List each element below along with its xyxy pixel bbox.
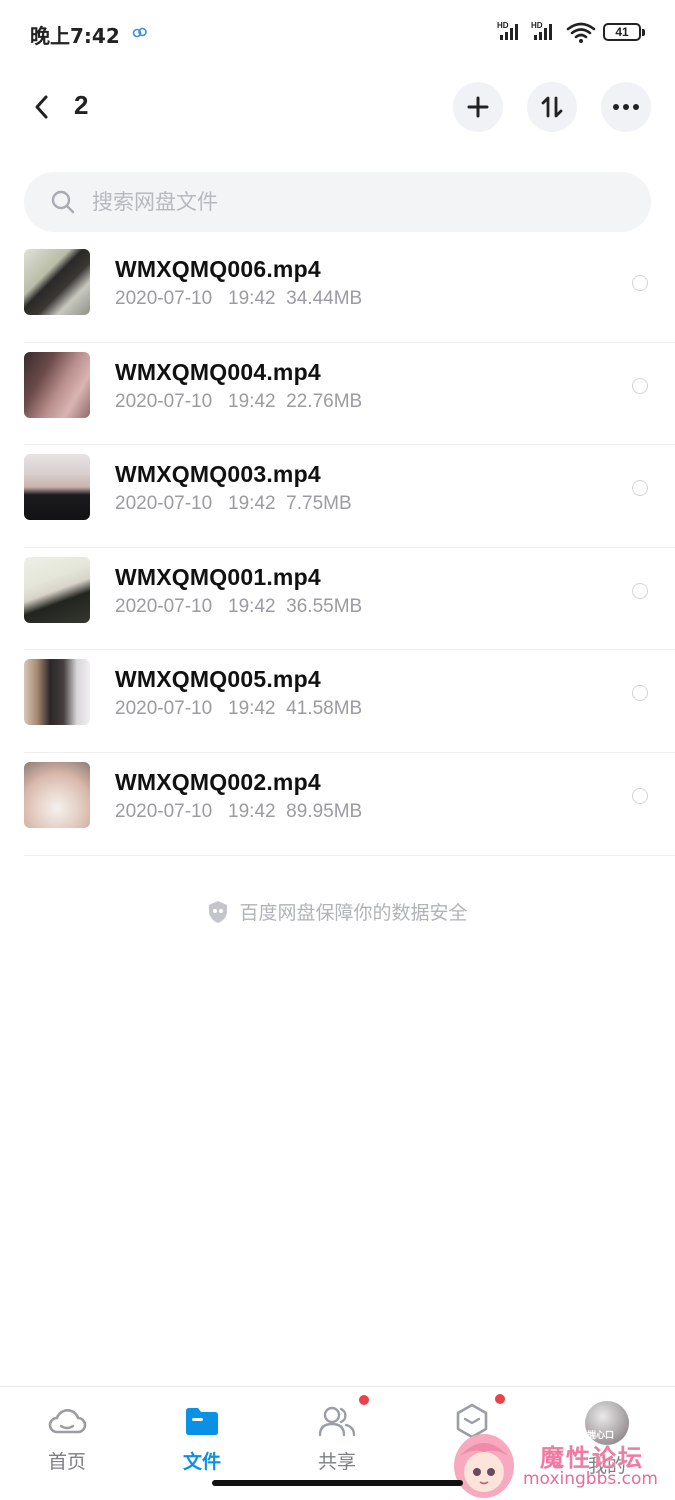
file-size: 41.58MB (286, 698, 363, 720)
file-meta: 2020-07-10 19:42 7.75MB (115, 493, 352, 515)
signal-hd-label: HD (531, 21, 543, 30)
file-time: 19:42 (228, 698, 276, 720)
file-time: 19:42 (228, 595, 276, 617)
file-meta: 2020-07-10 19:42 89.95MB (115, 801, 362, 823)
folder-icon (182, 1401, 222, 1441)
file-name: WMXQMQ002.mp4 (115, 768, 321, 795)
notification-dot (495, 1394, 505, 1404)
notification-dot (359, 1395, 369, 1405)
file-meta: 2020-07-10 19:42 36.55MB (115, 596, 362, 618)
file-row[interactable]: WMXQMQ001.mp4 2020-07-10 19:42 36.55MB (24, 548, 675, 651)
watermark-title: 魔性论坛 (540, 1444, 644, 1472)
watermark-url: moxingbbs.com (523, 1469, 658, 1489)
more-button[interactable] (601, 82, 651, 132)
file-time: 19:42 (228, 288, 276, 309)
file-meta: 2020-07-10 19:42 22.76MB (115, 391, 362, 413)
file-meta: 2020-07-10 19:42 34.44MB (115, 288, 362, 310)
file-name: WMXQMQ001.mp4 (115, 563, 321, 590)
watermark-mascot-icon (454, 1434, 514, 1498)
select-checkbox[interactable] (632, 377, 648, 394)
chevron-left-icon (35, 95, 48, 119)
select-checkbox[interactable] (632, 480, 648, 497)
file-size: 89.95MB (286, 800, 363, 822)
video-thumbnail (24, 659, 90, 726)
select-checkbox[interactable] (632, 582, 648, 599)
signal-hd-label: HD (497, 21, 509, 30)
safety-note-text: 百度网盘保障你的数据安全 (239, 902, 468, 924)
video-thumbnail (24, 249, 90, 315)
file-row[interactable]: WMXQMQ005.mp4 2020-07-10 19:42 41.58MB (24, 650, 675, 753)
battery-indicator: 41 (603, 23, 645, 41)
sort-button[interactable] (527, 82, 577, 132)
file-row[interactable]: WMXQMQ006.mp4 2020-07-10 19:42 34.44MB (24, 240, 675, 343)
signal-icon-1: HD (497, 21, 523, 47)
file-time: 19:42 (228, 800, 276, 822)
file-date: 2020-07-10 (115, 493, 213, 515)
nav-home[interactable]: 首页 (17, 1401, 117, 1481)
file-date: 2020-07-10 (115, 390, 213, 412)
file-list: WMXQMQ006.mp4 2020-07-10 19:42 34.44MB W… (0, 240, 675, 856)
more-icon (613, 104, 639, 110)
cloud-icon (47, 1401, 87, 1441)
file-date: 2020-07-10 (115, 800, 213, 822)
status-time: 晚上7:42 (30, 24, 120, 48)
select-checkbox[interactable] (632, 787, 648, 804)
file-date: 2020-07-10 (115, 595, 213, 617)
page-title: 2 (74, 90, 89, 120)
file-size: 22.76MB (286, 390, 363, 412)
file-row[interactable]: WMXQMQ002.mp4 2020-07-10 19:42 89.95MB (24, 753, 675, 856)
search-input[interactable] (92, 190, 592, 214)
file-time: 19:42 (228, 493, 276, 515)
nav-label: 首页 (47, 1451, 86, 1473)
nav-files[interactable]: 文件 (152, 1401, 252, 1481)
select-checkbox[interactable] (632, 275, 648, 291)
back-button[interactable] (26, 90, 58, 124)
file-name: WMXQMQ003.mp4 (115, 461, 321, 488)
nav-share[interactable]: 共享 (287, 1395, 387, 1481)
signal-icon-2: HD (531, 21, 557, 47)
status-bar: 晚上7:42 HD HD 41 (0, 0, 675, 64)
plus-icon (467, 96, 489, 118)
people-icon (317, 1395, 369, 1441)
add-button[interactable] (453, 82, 503, 132)
file-size: 34.44MB (286, 288, 363, 309)
file-name: WMXQMQ006.mp4 (115, 256, 321, 282)
video-thumbnail (24, 556, 90, 623)
baidu-cloud-icon (132, 27, 147, 38)
file-size: 7.75MB (286, 493, 352, 515)
video-thumbnail (24, 761, 90, 828)
file-time: 19:42 (228, 390, 276, 412)
wifi-icon (566, 22, 596, 43)
safety-note: 百度网盘保障你的数据安全 (0, 898, 675, 925)
file-meta: 2020-07-10 19:42 41.58MB (115, 698, 362, 720)
file-row[interactable]: WMXQMQ003.mp4 2020-07-10 19:42 7.75MB (24, 445, 675, 548)
video-thumbnail (24, 454, 90, 521)
nav-label: 共享 (317, 1451, 356, 1473)
file-date: 2020-07-10 (115, 698, 213, 720)
file-row[interactable]: WMXQMQ004.mp4 2020-07-10 19:42 22.76MB (24, 343, 675, 446)
shield-icon (209, 900, 228, 923)
file-name: WMXQMQ004.mp4 (115, 358, 321, 385)
video-thumbnail (24, 351, 90, 418)
select-checkbox[interactable] (632, 685, 648, 702)
search-icon (51, 190, 75, 214)
file-date: 2020-07-10 (115, 288, 213, 309)
nav-label: 文件 (182, 1451, 221, 1473)
header: 2 (0, 76, 675, 138)
file-size: 36.55MB (286, 595, 363, 617)
sort-icon (541, 96, 563, 118)
file-name: WMXQMQ005.mp4 (115, 666, 321, 693)
home-indicator[interactable] (212, 1480, 463, 1486)
search-bar[interactable] (24, 172, 651, 232)
